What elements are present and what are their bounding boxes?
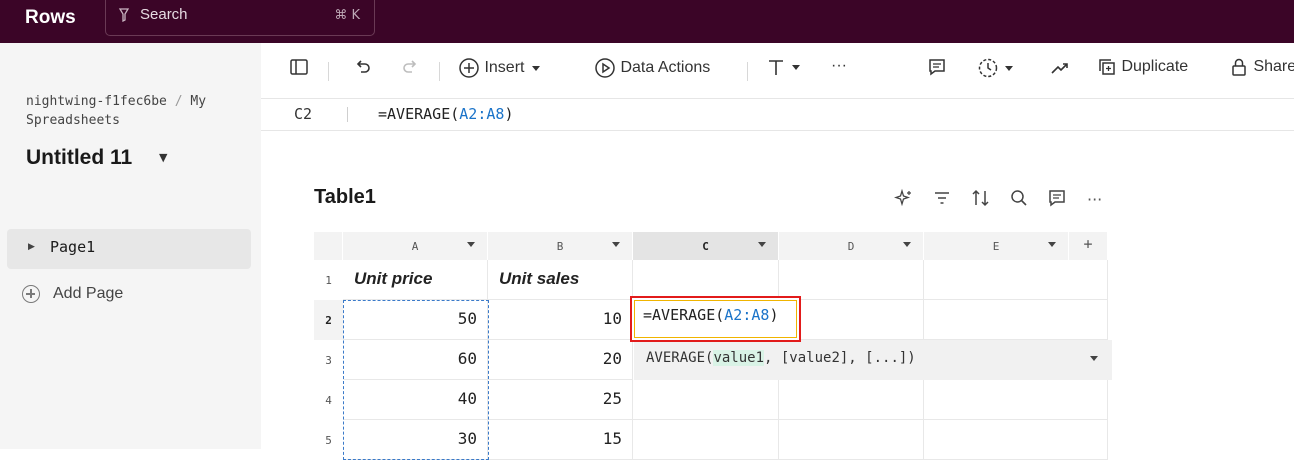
insert-label: Insert: [484, 59, 525, 77]
toolbar-divider: [328, 62, 329, 81]
text-format-button[interactable]: [766, 57, 802, 83]
filter-icon[interactable]: [932, 188, 952, 212]
active-cell-inner-border: [634, 300, 797, 338]
caret-down-icon: [758, 242, 766, 247]
formula-bar: C2 =AVERAGE(A2:A8): [261, 99, 1294, 131]
plus-circle-icon: [459, 58, 479, 78]
page-label: Page1: [50, 238, 96, 256]
history-button[interactable]: [977, 57, 1015, 83]
table-cell[interactable]: 15: [488, 420, 633, 460]
redo-icon[interactable]: [400, 57, 420, 83]
data-actions-button[interactable]: Data Actions: [594, 57, 710, 83]
caret-right-icon[interactable]: ▶: [28, 242, 35, 252]
row-number[interactable]: 2: [314, 300, 343, 340]
play-circle-icon: [595, 58, 615, 78]
toolbar: Insert Data Actions ··· Duplicate Share: [261, 43, 1294, 99]
caret-down-icon: [792, 65, 801, 70]
row-number[interactable]: 1: [314, 260, 343, 300]
table-cell[interactable]: Unit price: [343, 260, 488, 300]
breadcrumb-separator: /: [174, 94, 183, 109]
caret-down-icon: [1048, 242, 1056, 247]
search-label: Search: [140, 6, 188, 23]
table-title[interactable]: Table1: [314, 186, 376, 209]
column-header-c[interactable]: C: [633, 232, 779, 260]
table-cell[interactable]: [633, 380, 779, 420]
search-box[interactable]: Search ⌘ K: [105, 0, 375, 36]
function-signature-hint: AVERAGE(value1, [value2], [...]): [634, 340, 1112, 380]
table-cell[interactable]: [924, 260, 1108, 300]
caret-down-icon: [467, 242, 475, 247]
share-button[interactable]: Share: [1229, 57, 1294, 83]
row-number[interactable]: 3: [314, 340, 343, 380]
breadcrumb: nightwing-f1fec6be / My Spreadsheets: [26, 92, 226, 130]
document-title[interactable]: Untitled 11: [26, 146, 132, 170]
toolbar-divider: [747, 62, 748, 81]
sidebar-item-page1[interactable]: ▶ Page1: [7, 229, 251, 269]
table-cell[interactable]: [633, 260, 779, 300]
sidebar: nightwing-f1fec6be / My Spreadsheets Unt…: [0, 43, 261, 449]
data-actions-label: Data Actions: [620, 59, 711, 77]
cell-reference: C2: [294, 105, 313, 123]
formula-bar-divider: [347, 107, 348, 122]
formula-input[interactable]: =AVERAGE(A2:A8): [378, 105, 513, 123]
text-format-icon: [769, 60, 783, 75]
table-cell[interactable]: [633, 420, 779, 460]
ai-sparkle-icon[interactable]: [893, 188, 914, 212]
comment-icon[interactable]: [1047, 188, 1067, 212]
comment-icon[interactable]: [927, 57, 947, 83]
column-header-e[interactable]: E: [924, 232, 1069, 260]
lock-icon: [1232, 58, 1246, 76]
add-column-button[interactable]: +: [1069, 232, 1108, 260]
table-cell[interactable]: 10: [488, 300, 633, 340]
table-cell[interactable]: [924, 300, 1108, 340]
trend-icon[interactable]: [1049, 57, 1071, 83]
caret-down-icon[interactable]: ▼: [159, 151, 167, 164]
table-cell[interactable]: [779, 420, 924, 460]
column-header-a[interactable]: A: [343, 232, 488, 260]
table-cell[interactable]: 20: [488, 340, 633, 380]
active-cell-editor[interactable]: =AVERAGE(A2:A8): [630, 296, 801, 342]
add-page-label: Add Page: [53, 285, 124, 302]
column-header-b[interactable]: B: [488, 232, 633, 260]
caret-down-icon[interactable]: [1090, 356, 1098, 361]
duplicate-button[interactable]: Duplicate: [1097, 57, 1188, 83]
more-options-button[interactable]: ···: [831, 57, 847, 83]
table-cell[interactable]: 25: [488, 380, 633, 420]
caret-down-icon: [903, 242, 911, 247]
duplicate-icon: [1099, 59, 1115, 75]
search-icon: [118, 8, 130, 26]
caret-down-icon: [612, 242, 620, 247]
table-cell[interactable]: Unit sales: [488, 260, 633, 300]
insert-button[interactable]: Insert: [458, 57, 543, 83]
sort-icon[interactable]: [970, 188, 992, 212]
row-number[interactable]: 5: [314, 420, 343, 460]
corner-header[interactable]: [314, 232, 343, 260]
table-cell[interactable]: [779, 260, 924, 300]
rows-logo[interactable]: Rows: [25, 7, 76, 29]
table-cell[interactable]: [779, 380, 924, 420]
history-icon: [978, 58, 998, 78]
caret-down-icon: [1005, 66, 1014, 71]
duplicate-label: Duplicate: [1121, 58, 1189, 76]
plus-circle-icon: [22, 285, 40, 303]
table-cell[interactable]: [924, 380, 1108, 420]
breadcrumb-workspace[interactable]: nightwing-f1fec6be: [26, 94, 167, 109]
search-shortcut: ⌘ K: [334, 8, 360, 23]
share-label: Share: [1253, 58, 1294, 76]
row-number[interactable]: 4: [314, 380, 343, 420]
table-cell[interactable]: [924, 420, 1108, 460]
toolbar-divider: [439, 62, 440, 81]
table-more-icon[interactable]: ···: [1087, 190, 1102, 209]
undo-icon[interactable]: [353, 57, 373, 83]
referenced-range-highlight: [343, 300, 489, 460]
caret-down-icon: [531, 66, 540, 71]
search-table-icon[interactable]: [1009, 188, 1029, 212]
sidebar-toggle-icon[interactable]: [289, 57, 309, 83]
top-bar: Rows Search ⌘ K: [0, 0, 1294, 43]
column-header-d[interactable]: D: [779, 232, 924, 260]
active-argument: value1: [713, 350, 765, 366]
